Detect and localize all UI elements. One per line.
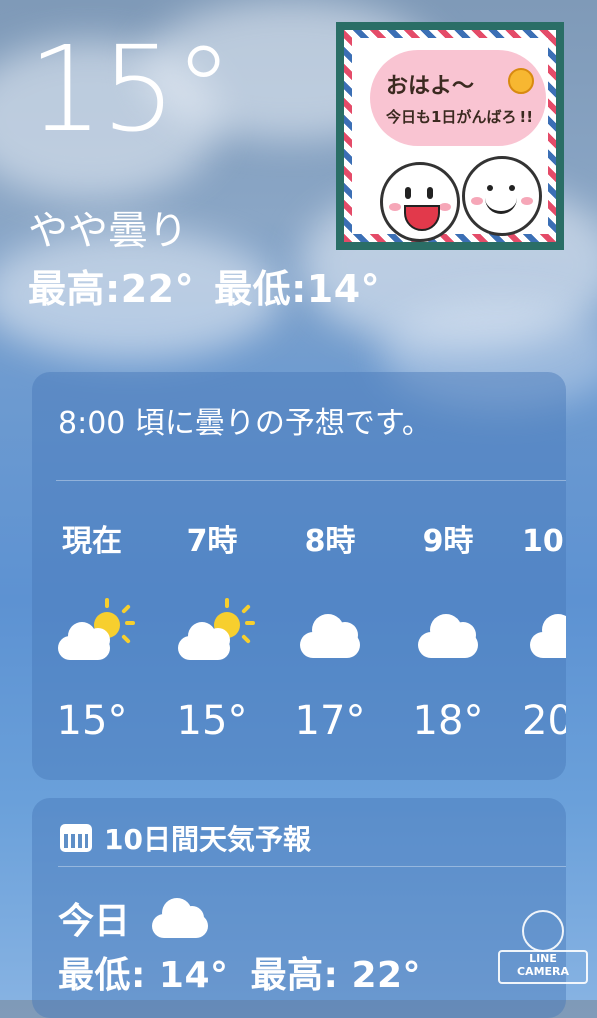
day-low: 最低: 14° [58, 955, 229, 996]
current-high-low: 最高:22° 最低:14° [28, 258, 400, 313]
hour-label: 現在 [62, 524, 122, 559]
hour-item: 7時 15° [152, 522, 272, 744]
divider [58, 866, 566, 867]
ten-day-forecast-card[interactable]: 10日間天気予報 今日 最低: 14° 最高: 22° [32, 798, 566, 1018]
divider [56, 480, 566, 481]
sticker-message-text: 今日も1日がんばろ !! [386, 108, 534, 126]
cloud-icon [520, 606, 566, 666]
sticker-card: おはよ〜 今日も1日がんばろ !! [352, 38, 548, 242]
partly-sunny-icon [52, 598, 135, 666]
cloud-icon [408, 606, 488, 666]
current-temperature: 15° [28, 20, 233, 158]
hour-label: 7時 [186, 524, 238, 559]
watermark-ribbon: LINE CAMERA [498, 950, 588, 984]
hourly-summary: 8:00 頃に曇りの予想です。 [58, 406, 432, 441]
hour-item: 現在 15° [32, 522, 152, 744]
hour-temp: 17° [294, 698, 366, 744]
partly-sunny-icon [172, 598, 255, 666]
hour-label: 9時 [422, 524, 474, 559]
current-low: 最低:14° [214, 267, 381, 311]
smiling-face-icon [462, 156, 542, 236]
day-label: 今日 [58, 901, 131, 942]
day-high: 最高: 22° [250, 955, 422, 996]
hour-temp: 15° [56, 698, 128, 744]
cloud-icon [290, 606, 370, 666]
watermark-line2: CAMERA [516, 965, 570, 978]
forecast-day-row[interactable]: 今日 [58, 892, 212, 944]
hourly-forecast-card[interactable]: 8:00 頃に曇りの予想です。 現在 15° 7時 15° 8時 17° 9時 … [32, 372, 566, 780]
bear-icon [522, 910, 564, 952]
hour-temp: 18° [412, 698, 484, 744]
hour-label: 8時 [304, 524, 356, 559]
greeting-sticker: おはよ〜 今日も1日がんばろ !! [336, 22, 564, 250]
calendar-icon [60, 824, 92, 852]
hourly-scroll[interactable]: 現在 15° 7時 15° 8時 17° 9時 18° 10 20 [32, 522, 566, 762]
hour-label: 10 [522, 524, 564, 559]
hour-item: 9時 18° [388, 522, 508, 744]
line-camera-watermark: LINE CAMERA [498, 910, 588, 988]
current-high: 最高:22° [28, 267, 195, 311]
watermark-line1: LINE [529, 952, 557, 965]
hour-item: 10 20 [510, 522, 566, 744]
laughing-face-icon [380, 162, 460, 242]
day-low-high: 最低: 14° 最高: 22° [58, 946, 443, 998]
hour-item: 8時 17° [270, 522, 390, 744]
sticker-sun-icon [508, 68, 534, 94]
forecast-title: 10日間天気予報 [104, 823, 311, 856]
cloud-icon [148, 896, 212, 940]
hour-temp: 20 [522, 698, 566, 744]
sticker-greeting-text: おはよ〜 [386, 74, 475, 99]
current-condition: やや曇り [28, 208, 188, 254]
forecast-header: 10日間天気予報 [60, 818, 311, 858]
hour-temp: 15° [176, 698, 248, 744]
